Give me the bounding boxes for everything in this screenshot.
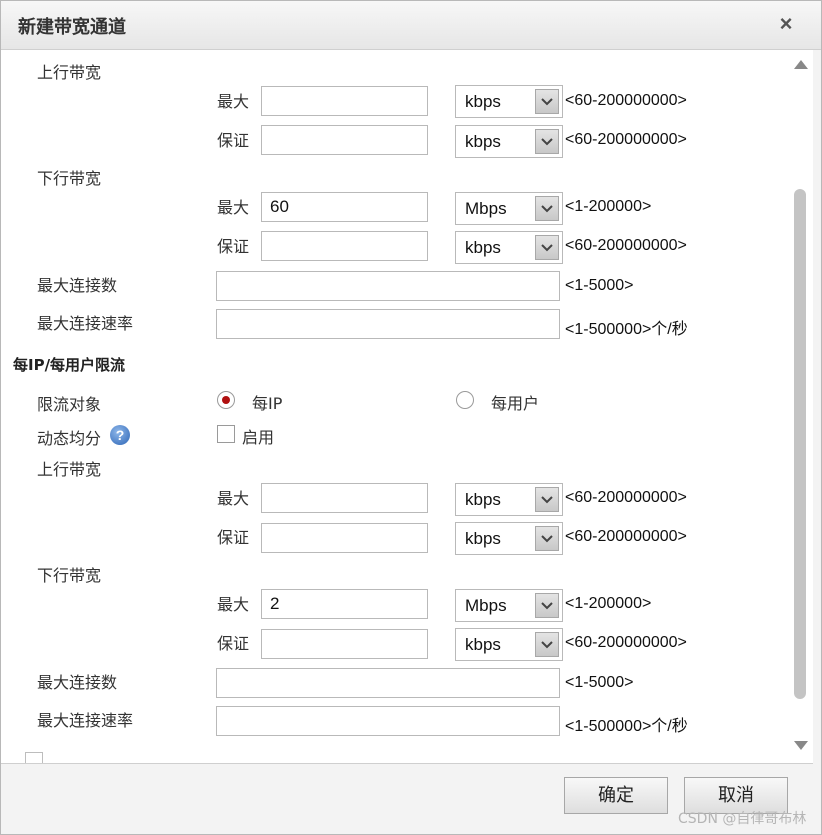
- chevron-down-icon[interactable]: [535, 129, 559, 154]
- max-connections-range: <1-5000>: [565, 277, 634, 294]
- per-ip-downstream-max-unit-select[interactable]: Mbps: [455, 589, 563, 622]
- downstream-max-unit-value: Mbps: [465, 199, 507, 218]
- chevron-down-icon[interactable]: [535, 593, 559, 618]
- dynamic-share-label: 动态均分: [37, 429, 102, 448]
- max-connection-rate-range: <1-500000>个/秒: [565, 321, 688, 338]
- per-ip-upstream-max-unit-select[interactable]: kbps: [455, 483, 563, 516]
- downstream-guarantee-label: 保证: [217, 237, 250, 256]
- dialog-titlebar: 新建带宽通道 ×: [1, 1, 821, 50]
- max-connections-input[interactable]: [216, 271, 560, 301]
- per-ip-downstream-guarantee-label: 保证: [217, 634, 250, 653]
- chevron-down-icon[interactable]: [535, 632, 559, 657]
- upstream-guarantee-unit-value: kbps: [465, 132, 501, 151]
- help-icon[interactable]: ?: [110, 425, 130, 445]
- per-ip-max-connections-input[interactable]: [216, 668, 560, 698]
- per-ip-section-heading: 每IP/每用户限流: [13, 356, 126, 374]
- radio-per-ip-label[interactable]: 每IP: [252, 390, 282, 414]
- watermark: CSDN @自律哥布林: [678, 811, 807, 827]
- per-ip-downstream-max-label: 最大: [217, 595, 250, 614]
- new-bandwidth-channel-dialog: 新建带宽通道 × 上行带宽 最大 kbps <60-200000000> 保证 …: [0, 0, 822, 835]
- partial-checkbox[interactable]: [25, 752, 43, 763]
- per-ip-downstream-guarantee-input[interactable]: [261, 629, 428, 659]
- ok-button[interactable]: 确定: [564, 777, 668, 814]
- downstream-max-range: <1-200000>: [565, 198, 652, 215]
- upstream-max-label: 最大: [217, 92, 250, 111]
- per-ip-upstream-guarantee-range: <60-200000000>: [565, 528, 687, 545]
- per-ip-upstream-max-label: 最大: [217, 489, 250, 508]
- per-ip-downstream-guarantee-unit-value: kbps: [465, 635, 501, 654]
- downstream-guarantee-range: <60-200000000>: [565, 237, 687, 254]
- per-ip-upstream-max-range: <60-200000000>: [565, 489, 687, 506]
- per-ip-upstream-max-unit-value: kbps: [465, 490, 501, 509]
- chevron-down-icon[interactable]: [535, 526, 559, 551]
- per-ip-upstream-guarantee-label: 保证: [217, 528, 250, 547]
- upstream-guarantee-label: 保证: [217, 131, 250, 150]
- vertical-scrollbar[interactable]: [791, 50, 811, 763]
- per-ip-max-connections-range: <1-5000>: [565, 674, 634, 691]
- upstream-max-range: <60-200000000>: [565, 92, 687, 109]
- per-ip-upstream-label: 上行带宽: [37, 460, 102, 479]
- dialog-body: 上行带宽 最大 kbps <60-200000000> 保证 kbps <60-…: [1, 50, 813, 764]
- scroll-up-icon[interactable]: [794, 60, 808, 69]
- per-ip-max-connection-rate-range: <1-500000>个/秒: [565, 718, 688, 735]
- scrollbar-thumb[interactable]: [794, 189, 806, 699]
- downstream-max-label: 最大: [217, 198, 250, 217]
- dynamic-share-checkbox[interactable]: [217, 425, 235, 443]
- upstream-max-unit-select[interactable]: kbps: [455, 85, 563, 118]
- per-ip-downstream-label: 下行带宽: [37, 566, 102, 585]
- upstream-guarantee-input[interactable]: [261, 125, 428, 155]
- chevron-down-icon[interactable]: [535, 487, 559, 512]
- per-ip-downstream-guarantee-range: <60-200000000>: [565, 634, 687, 651]
- downstream-guarantee-input[interactable]: [261, 231, 428, 261]
- radio-per-user[interactable]: [456, 391, 474, 409]
- per-ip-downstream-max-range: <1-200000>: [565, 595, 652, 612]
- upstream-label: 上行带宽: [37, 63, 102, 82]
- per-ip-downstream-guarantee-unit-select[interactable]: kbps: [455, 628, 563, 661]
- downstream-guarantee-unit-value: kbps: [465, 238, 501, 257]
- downstream-max-input[interactable]: [261, 192, 428, 222]
- per-ip-upstream-guarantee-unit-select[interactable]: kbps: [455, 522, 563, 555]
- downstream-label: 下行带宽: [37, 169, 102, 188]
- per-ip-downstream-max-unit-value: Mbps: [465, 596, 507, 615]
- upstream-guarantee-range: <60-200000000>: [565, 131, 687, 148]
- dynamic-share-checkbox-label[interactable]: 启用: [242, 424, 274, 448]
- max-connection-rate-label: 最大连接速率: [37, 314, 134, 333]
- max-connection-rate-input[interactable]: [216, 309, 560, 339]
- dialog-title: 新建带宽通道: [18, 17, 126, 38]
- per-ip-upstream-guarantee-input[interactable]: [261, 523, 428, 553]
- downstream-max-unit-select[interactable]: Mbps: [455, 192, 563, 225]
- chevron-down-icon[interactable]: [535, 235, 559, 260]
- limit-target-label: 限流对象: [37, 395, 102, 414]
- upstream-max-input[interactable]: [261, 86, 428, 116]
- upstream-max-unit-value: kbps: [465, 92, 501, 111]
- close-icon[interactable]: ×: [771, 9, 801, 39]
- per-ip-max-connection-rate-input[interactable]: [216, 706, 560, 736]
- per-ip-max-connections-label: 最大连接数: [37, 673, 118, 692]
- radio-per-user-label[interactable]: 每用户: [491, 390, 539, 414]
- per-ip-max-connection-rate-label: 最大连接速率: [37, 711, 134, 730]
- chevron-down-icon[interactable]: [535, 89, 559, 114]
- per-ip-upstream-max-input[interactable]: [261, 483, 428, 513]
- max-connections-label: 最大连接数: [37, 276, 118, 295]
- downstream-guarantee-unit-select[interactable]: kbps: [455, 231, 563, 264]
- per-ip-upstream-guarantee-unit-value: kbps: [465, 529, 501, 548]
- upstream-guarantee-unit-select[interactable]: kbps: [455, 125, 563, 158]
- scroll-down-icon[interactable]: [794, 741, 808, 750]
- per-ip-downstream-max-input[interactable]: [261, 589, 428, 619]
- radio-per-ip[interactable]: [217, 391, 235, 409]
- chevron-down-icon[interactable]: [535, 196, 559, 221]
